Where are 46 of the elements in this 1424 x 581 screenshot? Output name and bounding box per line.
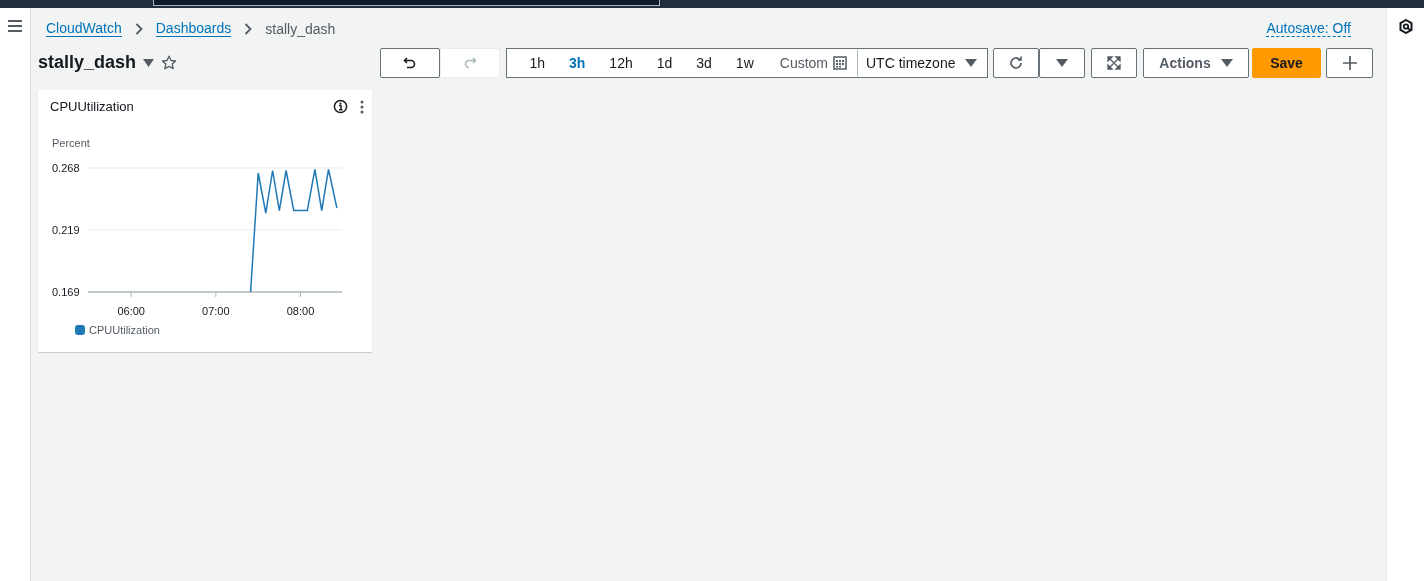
menu-icon[interactable] (8, 20, 22, 32)
undo-button[interactable] (380, 47, 441, 78)
y-tick-label: 0.169 (52, 286, 80, 298)
hexagon-icon[interactable] (1398, 19, 1413, 34)
time-range-tab[interactable]: 3h (557, 48, 598, 77)
time-range-tab[interactable]: 12h (597, 48, 645, 77)
breadcrumb-current: stally_dash (265, 20, 336, 37)
x-tick-label: 07:00 (202, 305, 230, 317)
breadcrumb-link[interactable]: CloudWatch (46, 20, 122, 37)
y-axis-label: Percent (52, 137, 90, 149)
refresh-options-button[interactable] (1039, 47, 1085, 78)
fullscreen-button[interactable] (1091, 47, 1137, 78)
chevron-icon (134, 22, 143, 35)
plus-icon (1341, 54, 1358, 71)
caret-icon (1220, 58, 1233, 67)
undo-icon (403, 55, 418, 70)
save-button[interactable]: Save (1252, 47, 1321, 78)
chevron-icon (244, 22, 253, 35)
redo-icon (463, 55, 478, 70)
timezone-dropdown[interactable]: UTC timezone (857, 48, 987, 77)
time-range-tab[interactable]: 3d (684, 48, 724, 77)
y-tick-label: 0.268 (52, 162, 80, 174)
time-range-tab[interactable]: 1w (723, 48, 766, 77)
breadcrumb-link[interactable]: Dashboards (155, 20, 232, 37)
refresh-button[interactable] (993, 47, 1039, 78)
x-tick-label: 06:00 (117, 305, 145, 317)
caret-icon (965, 58, 977, 67)
x-tick-label: 08:00 (286, 305, 315, 317)
time-range-tab[interactable]: 1d (644, 48, 685, 77)
actions-button[interactable]: Actions (1143, 47, 1249, 78)
calendar-icon (833, 55, 847, 70)
add-widget-button[interactable] (1326, 47, 1373, 78)
dashboard-title: stally_dash (38, 52, 137, 73)
y-tick-label: 0.219 (52, 224, 80, 236)
info-icon[interactable] (333, 99, 348, 114)
refresh-icon (1008, 54, 1024, 71)
caret-icon[interactable] (143, 58, 155, 67)
widget-title: CPUUtilization (50, 99, 134, 114)
star-icon[interactable] (161, 54, 178, 71)
custom-range-button[interactable]: Custom (765, 48, 857, 77)
autosave-toggle[interactable]: Autosave: Off (1266, 20, 1351, 37)
legend-label[interactable]: CPUUtilization (89, 324, 160, 336)
time-range-tab[interactable]: 1h (517, 48, 557, 77)
more-options-icon[interactable] (360, 99, 364, 114)
fullscreen-icon (1107, 55, 1121, 70)
caret-icon (1056, 58, 1068, 67)
